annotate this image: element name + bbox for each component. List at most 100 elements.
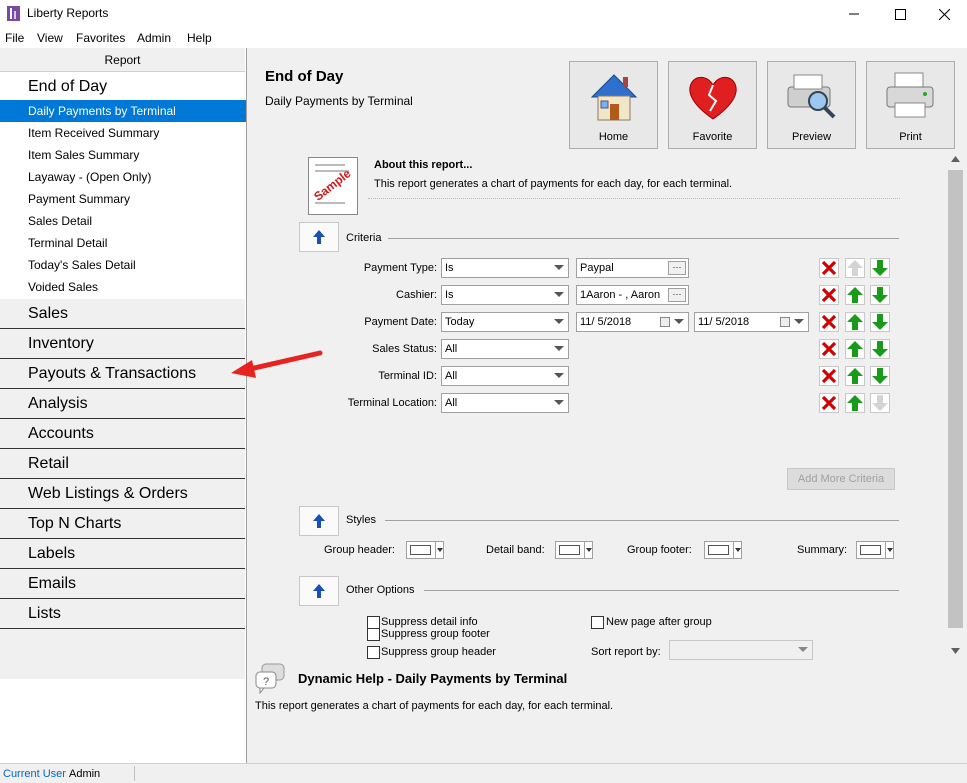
payment-type-operator-value: Is bbox=[445, 262, 454, 274]
print-button[interactable]: Print bbox=[866, 61, 955, 149]
terminal-location-select[interactable]: All bbox=[441, 393, 569, 413]
report-item-item-sales[interactable]: Item Sales Summary bbox=[0, 144, 246, 166]
styles-collapse-button[interactable] bbox=[299, 506, 339, 536]
criteria-collapse-button[interactable] bbox=[299, 222, 339, 252]
divider bbox=[0, 388, 245, 389]
svg-text:?: ? bbox=[263, 676, 269, 688]
group-labels[interactable]: Labels bbox=[28, 545, 75, 563]
date-to-picker[interactable]: 11/ 5/2018 bbox=[694, 312, 809, 332]
terminal-id-delete-icon[interactable] bbox=[819, 366, 839, 386]
payment-date-delete-icon[interactable] bbox=[819, 312, 839, 332]
vertical-scrollbar[interactable] bbox=[947, 152, 964, 662]
cashier-value-field[interactable]: 1Aaron - , Aaron ··· bbox=[576, 285, 689, 305]
favorite-button[interactable]: Favorite bbox=[668, 61, 757, 149]
preview-button[interactable]: Preview bbox=[767, 61, 856, 149]
terminal-id-move-down-icon[interactable] bbox=[870, 366, 890, 386]
summary-color-picker[interactable] bbox=[856, 541, 894, 559]
terminal-location-move-up-icon[interactable] bbox=[845, 393, 865, 413]
menu-help[interactable]: Help bbox=[187, 31, 212, 45]
sort-by-select[interactable] bbox=[669, 640, 813, 660]
cashier-move-down-icon[interactable] bbox=[870, 285, 890, 305]
arrow-up-icon bbox=[313, 514, 325, 528]
group-lists[interactable]: Lists bbox=[28, 605, 61, 623]
menu-bar: File View Favorites Admin Help bbox=[0, 28, 967, 48]
payment-date-operator-value: Today bbox=[445, 316, 475, 328]
report-tree-panel: Report End of Day Daily Payments by Term… bbox=[0, 48, 247, 763]
payment-type-label: Payment Type: bbox=[363, 262, 437, 274]
add-more-criteria-button[interactable]: Add More Criteria bbox=[787, 468, 895, 490]
payment-type-move-down-icon[interactable] bbox=[870, 258, 890, 278]
group-emails[interactable]: Emails bbox=[28, 575, 76, 593]
group-accounts[interactable]: Accounts bbox=[28, 425, 94, 443]
new-page-after-group-checkbox[interactable] bbox=[591, 616, 604, 629]
group-end-of-day[interactable]: End of Day bbox=[28, 78, 107, 96]
payment-date-move-down-icon[interactable] bbox=[870, 312, 890, 332]
report-item-daily-payments[interactable]: Daily Payments by Terminal bbox=[0, 100, 246, 122]
date-from-picker[interactable]: 11/ 5/2018 bbox=[576, 312, 689, 332]
report-item-voided-sales[interactable]: Voided Sales bbox=[0, 276, 246, 298]
payment-type-browse-button[interactable]: ··· bbox=[668, 261, 686, 275]
report-name: Daily Payments by Terminal bbox=[265, 94, 413, 108]
terminal-location-move-down-icon[interactable] bbox=[870, 393, 890, 413]
payment-type-move-up-icon[interactable] bbox=[845, 258, 865, 278]
report-item-terminal-detail[interactable]: Terminal Detail bbox=[0, 232, 246, 254]
terminal-id-select[interactable]: All bbox=[441, 366, 569, 386]
minimize-button[interactable] bbox=[831, 0, 877, 28]
close-button[interactable] bbox=[921, 0, 967, 28]
payment-date-move-up-icon[interactable] bbox=[845, 312, 865, 332]
options-panel: Sample About this report... This report … bbox=[248, 152, 967, 662]
cashier-delete-icon[interactable] bbox=[819, 285, 839, 305]
divider bbox=[0, 568, 245, 569]
terminal-location-label: Terminal Location: bbox=[347, 397, 437, 409]
detail-band-color-picker[interactable] bbox=[555, 541, 593, 559]
other-options-collapse-button[interactable] bbox=[299, 576, 339, 606]
group-inventory[interactable]: Inventory bbox=[28, 335, 94, 353]
payment-type-operator-select[interactable]: Is bbox=[441, 258, 569, 278]
report-item-todays-sales[interactable]: Today's Sales Detail bbox=[0, 254, 246, 276]
cashier-browse-button[interactable]: ··· bbox=[668, 288, 686, 302]
title-bar: Liberty Reports bbox=[0, 0, 967, 28]
cashier-move-up-icon[interactable] bbox=[845, 285, 865, 305]
menu-view[interactable]: View bbox=[37, 31, 63, 45]
terminal-location-delete-icon[interactable] bbox=[819, 393, 839, 413]
sales-status-select[interactable]: All bbox=[441, 339, 569, 359]
sales-status-delete-icon[interactable] bbox=[819, 339, 839, 359]
group-footer-color-picker[interactable] bbox=[704, 541, 742, 559]
scroll-up-icon[interactable] bbox=[951, 156, 960, 162]
home-label: Home bbox=[598, 131, 629, 143]
divider bbox=[0, 538, 245, 539]
menu-admin[interactable]: Admin bbox=[137, 31, 171, 45]
group-sales[interactable]: Sales bbox=[28, 305, 68, 323]
suppress-group-footer-checkbox[interactable] bbox=[367, 628, 380, 641]
maximize-button[interactable] bbox=[877, 0, 923, 28]
group-payouts-transactions[interactable]: Payouts & Transactions bbox=[28, 365, 196, 383]
menu-favorites[interactable]: Favorites bbox=[76, 31, 125, 45]
scrollbar-thumb[interactable] bbox=[948, 170, 963, 628]
report-item-layaway[interactable]: Layaway - (Open Only) bbox=[0, 166, 246, 188]
group-top-n-charts[interactable]: Top N Charts bbox=[28, 515, 121, 533]
suppress-group-header-checkbox[interactable] bbox=[367, 646, 380, 659]
scroll-down-icon[interactable] bbox=[951, 648, 960, 654]
report-item-item-received[interactable]: Item Received Summary bbox=[0, 122, 246, 144]
payment-date-operator-select[interactable]: Today bbox=[441, 312, 569, 332]
terminal-id-move-up-icon[interactable] bbox=[845, 366, 865, 386]
group-header-color-picker[interactable] bbox=[406, 541, 444, 559]
payment-type-delete-icon[interactable] bbox=[819, 258, 839, 278]
group-web-listings[interactable]: Web Listings & Orders bbox=[28, 485, 188, 503]
styles-section-label: Styles bbox=[346, 514, 376, 526]
group-analysis[interactable]: Analysis bbox=[28, 395, 88, 413]
cashier-value: 1Aaron - , Aaron bbox=[580, 289, 661, 301]
sales-status-move-down-icon[interactable] bbox=[870, 339, 890, 359]
sales-status-move-up-icon[interactable] bbox=[845, 339, 865, 359]
report-item-sales-detail[interactable]: Sales Detail bbox=[0, 210, 246, 232]
home-button[interactable]: Home bbox=[569, 61, 658, 149]
menu-file[interactable]: File bbox=[5, 31, 24, 45]
sort-by-label: Sort report by: bbox=[591, 646, 661, 658]
group-retail[interactable]: Retail bbox=[28, 455, 69, 473]
cashier-operator-select[interactable]: Is bbox=[441, 285, 569, 305]
status-divider bbox=[134, 766, 135, 781]
report-item-payment-summary[interactable]: Payment Summary bbox=[0, 188, 246, 210]
sales-status-value: All bbox=[445, 343, 458, 355]
payment-type-value-field[interactable]: Paypal ··· bbox=[576, 258, 689, 278]
divider bbox=[0, 358, 245, 359]
